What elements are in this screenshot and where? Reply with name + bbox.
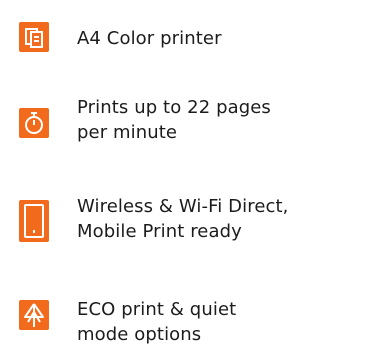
feature-label-line1: A4 Color printer — [77, 28, 222, 49]
feature-label-line1: Prints up to 22 pages — [77, 97, 271, 118]
feature-label: ECO print & quiet mode options — [77, 297, 347, 347]
feature-item-print-speed: Prints up to 22 pages per minute — [0, 92, 365, 152]
eco-tree-icon — [19, 300, 49, 330]
feature-label: Wireless & Wi-Fi Direct, Mobile Print re… — [77, 194, 347, 244]
feature-item-eco: ECO print & quiet mode options — [0, 292, 365, 352]
stopwatch-icon — [19, 108, 49, 138]
feature-label-line1: Wireless & Wi-Fi Direct, — [77, 196, 289, 217]
feature-label-line2: mode options — [77, 324, 202, 345]
feature-item-wireless: Wireless & Wi-Fi Direct, Mobile Print re… — [0, 190, 365, 250]
feature-label-line2: per minute — [77, 122, 178, 143]
feature-label: A4 Color printer — [77, 26, 347, 51]
document-copy-icon — [19, 22, 49, 52]
feature-label: Prints up to 22 pages per minute — [77, 95, 347, 145]
mobile-phone-icon — [19, 200, 49, 242]
feature-item-color-printer: A4 Color printer — [0, 18, 365, 58]
feature-label-line1: ECO print & quiet — [77, 299, 237, 320]
feature-label-line2: Mobile Print ready — [77, 221, 242, 242]
